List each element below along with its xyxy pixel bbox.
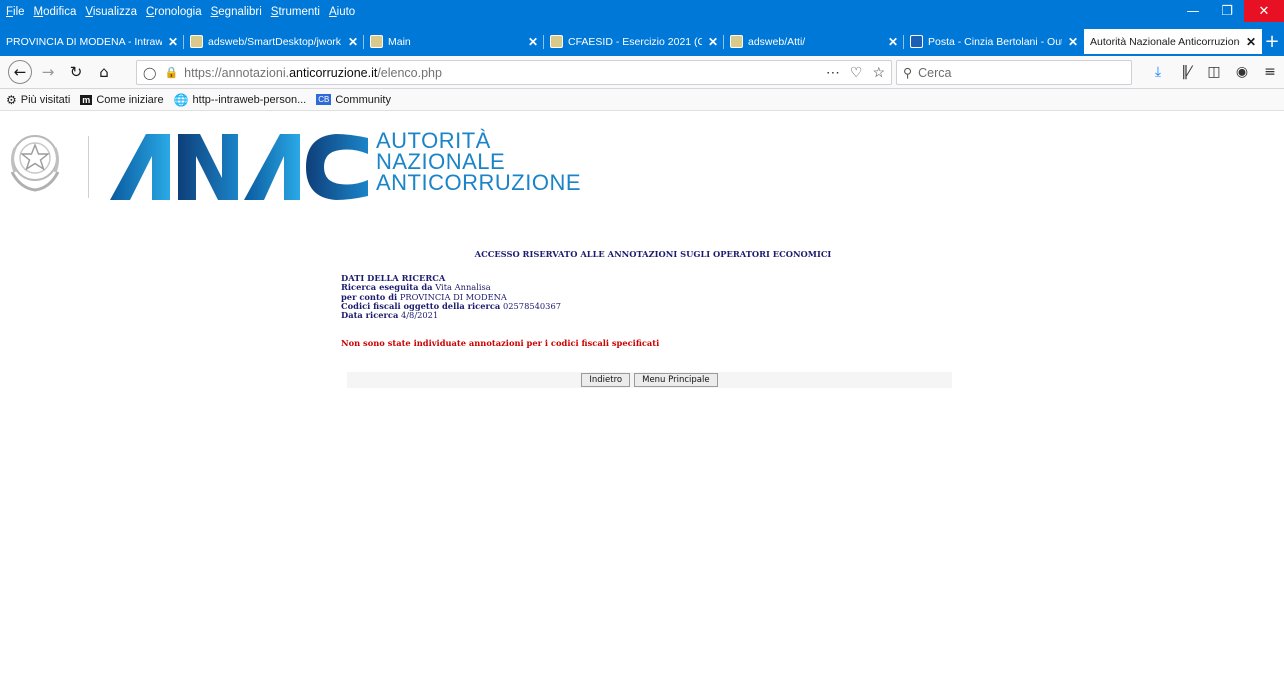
pocket-icon[interactable]: ♡ — [850, 64, 863, 81]
tab-main[interactable]: Main ✕ — [364, 29, 544, 54]
page-content: AUTORITÀ NAZIONALE ANTICORRUZIONE ACCESS… — [0, 112, 1284, 695]
close-tab-icon[interactable]: ✕ — [348, 35, 358, 49]
menu-strumenti[interactable]: Strumenti — [271, 6, 320, 18]
tab-title: adsweb/Atti/ — [748, 35, 806, 48]
window-controls: — ❐ ✕ — [1176, 0, 1284, 22]
close-window-icon[interactable]: ✕ — [1244, 0, 1284, 22]
library-icon[interactable]: ‖⁄ — [1172, 64, 1200, 80]
navigation-toolbar: ← → ↻ ⌂ ◯ 🔒 https://annotazioni. anticorr… — [0, 56, 1284, 89]
tab-adsweb-smartdesktop[interactable]: adsweb/SmartDesktop/jwork ✕ — [184, 29, 364, 54]
restore-icon[interactable]: ❐ — [1210, 0, 1244, 22]
bookmarks-toolbar: ⚙ Più visitati m Come iniziare 🌐 http--i… — [0, 89, 1284, 111]
close-tab-icon[interactable]: ✕ — [1068, 35, 1078, 49]
minimize-icon[interactable]: — — [1176, 0, 1210, 22]
home-icon[interactable]: ⌂ — [92, 60, 116, 84]
globe-icon: 🌐 — [173, 92, 189, 107]
logo-divider — [88, 136, 89, 198]
search-details: DATI DELLA RICERCA Ricerca eseguita da V… — [341, 273, 562, 321]
sidebar-icon[interactable]: ◫ — [1200, 64, 1228, 80]
close-tab-icon[interactable]: ✕ — [708, 35, 718, 49]
main-menu-button[interactable]: Menu Principale — [634, 373, 718, 387]
close-tab-icon[interactable]: ✕ — [888, 35, 898, 49]
m-icon: m — [80, 94, 93, 105]
organization-name: AUTORITÀ NAZIONALE ANTICORRUZIONE — [376, 128, 581, 195]
bookmark-label: Come iniziare — [96, 93, 164, 106]
page-actions-icon[interactable]: ⋯ — [826, 64, 840, 81]
menu-visualizza[interactable]: Visualizza — [85, 6, 137, 18]
adsweb-icon — [190, 35, 203, 48]
close-tab-icon[interactable]: ✕ — [168, 35, 178, 49]
page-title: ACCESSO RISERVATO ALLE ANNOTAZIONI SUGLI… — [474, 249, 832, 259]
forward-arrow-icon[interactable]: → — [36, 60, 60, 84]
menu-file[interactable]: File — [6, 6, 25, 18]
tab-title: Autorità Nazionale Anticorruzione — [1090, 35, 1240, 48]
tab-provincia-modena[interactable]: PROVINCIA DI MODENA - Intraw ✕ — [0, 29, 184, 54]
bookmark-label: Più visitati — [20, 93, 71, 106]
search-icon: ⚲ — [903, 66, 913, 80]
menu-cronologia[interactable]: Cronologia — [146, 6, 202, 18]
menu-bar: File Modifica Visualizza Cronologia Segn… — [0, 0, 1284, 24]
url-domain: anticorruzione.it — [289, 65, 378, 80]
url-suffix: /elenco.php — [377, 65, 442, 80]
gear-icon: ⚙ — [6, 92, 17, 107]
org-name-line: ANTICORRUZIONE — [376, 170, 581, 195]
tab-strip: PROVINCIA DI MODENA - Intraw ✕ adsweb/Sm… — [0, 29, 1284, 54]
tab-posta-outlook[interactable]: Posta - Cinzia Bertolani - Out ✕ — [904, 29, 1084, 54]
back-arrow-icon[interactable]: ← — [8, 60, 32, 84]
account-icon[interactable]: ◉ — [1228, 64, 1256, 80]
reload-icon[interactable]: ↻ — [64, 60, 88, 84]
tab-cfaesid[interactable]: CFAESID - Esercizio 2021 (Ge ✕ — [544, 29, 724, 54]
org-name-line: AUTORITÀ — [376, 128, 491, 153]
menu-aiuto[interactable]: Aiuto — [329, 6, 355, 18]
bookmark-star-icon[interactable]: ☆ — [872, 64, 885, 81]
shield-icon[interactable]: ◯ — [143, 66, 156, 80]
close-tab-icon[interactable]: ✕ — [1246, 35, 1256, 49]
no-results-message: Non sono state individuate annotazioni p… — [341, 338, 660, 348]
tab-adsweb-atti[interactable]: adsweb/Atti/ ✕ — [724, 29, 904, 54]
url-prefix: https://annotazioni. — [184, 65, 290, 80]
action-buttons-row: Indietro Menu Principale — [347, 372, 952, 388]
community-icon: CB — [316, 94, 332, 105]
tax-codes-value: 02578540367 — [502, 300, 562, 311]
anac-logo — [110, 134, 368, 200]
url-bar[interactable]: ◯ 🔒 https://annotazioni. anticorruzione.i… — [136, 60, 892, 85]
bookmark-label: http--intraweb-person... — [192, 93, 307, 106]
tab-title: adsweb/SmartDesktop/jwork — [208, 35, 342, 48]
new-tab-icon[interactable]: + — [1262, 29, 1282, 54]
menu-modifica[interactable]: Modifica — [34, 6, 77, 18]
search-placeholder: Cerca — [918, 65, 952, 80]
tab-anac-active[interactable]: Autorità Nazionale Anticorruzione ✕ — [1084, 29, 1262, 54]
adsweb-icon — [730, 35, 743, 48]
menu-segnalibri[interactable]: Segnalibri — [211, 6, 262, 18]
bookmark-label: Community — [335, 93, 391, 106]
adsweb-icon — [550, 35, 563, 48]
tab-title: Posta - Cinzia Bertolani - Out — [928, 35, 1062, 48]
browser-titlebar: File Modifica Visualizza Cronologia Segn… — [0, 0, 1284, 61]
toolbar-icons: ⤓ ‖⁄ ◫ ◉ ≡ — [1144, 64, 1284, 80]
italian-republic-emblem-icon — [10, 135, 60, 192]
lock-icon[interactable]: 🔒 — [164, 66, 178, 79]
back-button[interactable]: Indietro — [581, 373, 631, 387]
close-tab-icon[interactable]: ✕ — [528, 35, 538, 49]
hamburger-menu-icon[interactable]: ≡ — [1256, 64, 1284, 80]
search-date-label: Data ricerca — [341, 310, 399, 321]
search-bar[interactable]: ⚲ Cerca — [896, 60, 1132, 85]
download-icon[interactable]: ⤓ — [1144, 64, 1172, 80]
adsweb-icon — [370, 35, 383, 48]
tab-title: CFAESID - Esercizio 2021 (Ge — [568, 35, 702, 48]
outlook-icon — [910, 35, 923, 48]
bookmark-community[interactable]: CB Community — [316, 94, 391, 106]
search-date-value: 4/8/2021 — [400, 310, 439, 321]
bookmark-getting-started[interactable]: m Come iniziare — [80, 93, 164, 106]
tab-title: Main — [388, 35, 411, 48]
url-actions: ⋯ ♡ ☆ — [816, 64, 885, 81]
org-name-line: NAZIONALE — [376, 149, 506, 174]
bookmark-most-visited[interactable]: ⚙ Più visitati — [6, 93, 70, 107]
bookmark-intraweb[interactable]: 🌐 http--intraweb-person... — [174, 93, 307, 107]
tab-title: PROVINCIA DI MODENA - Intraw — [6, 35, 162, 48]
